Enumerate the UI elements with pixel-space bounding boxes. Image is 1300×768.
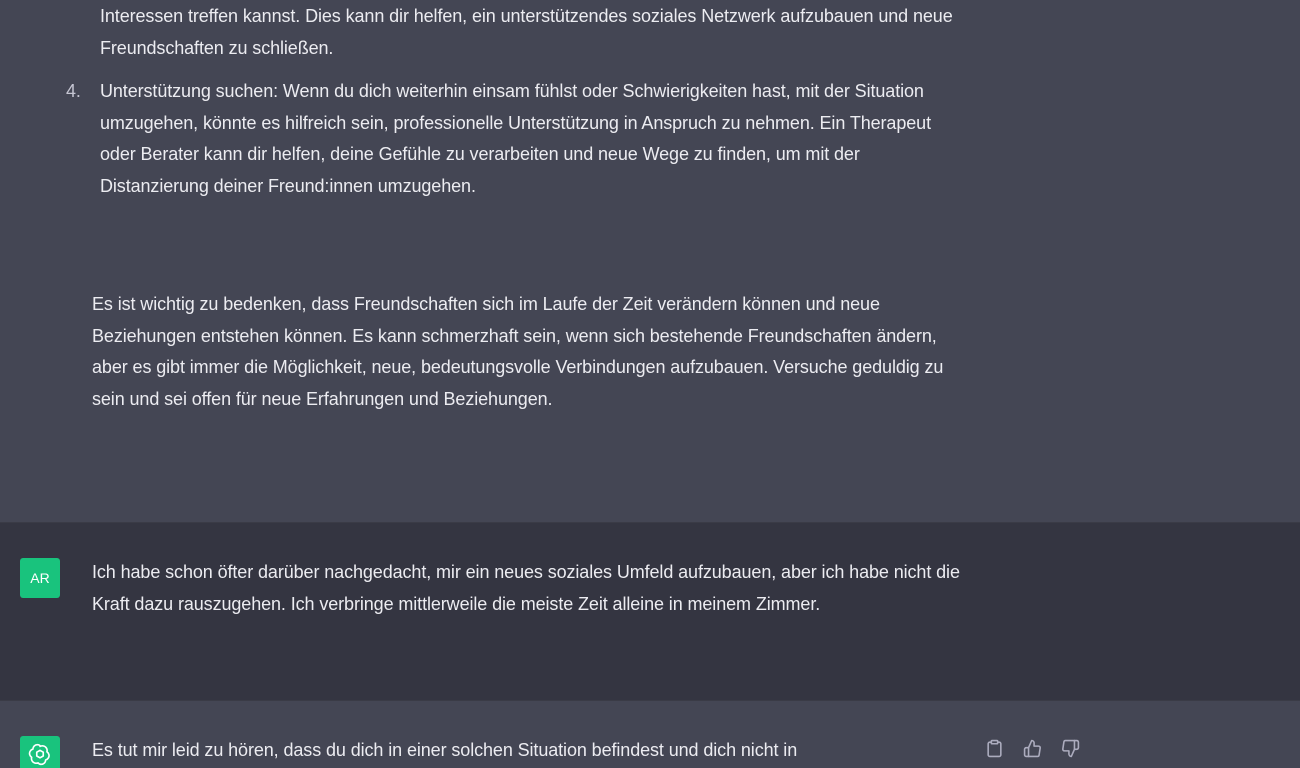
user-avatar: AR	[20, 558, 60, 598]
list-item: 4. Unterstützung suchen: Wenn du dich we…	[66, 76, 966, 202]
user-message-text: Ich habe schon öfter darüber nachgedacht…	[92, 562, 960, 614]
message-actions	[984, 738, 1080, 758]
thumbs-up-button[interactable]	[1022, 738, 1042, 758]
thumbs-down-button[interactable]	[1060, 738, 1080, 758]
clipboard-icon	[986, 739, 1002, 757]
assistant-avatar	[20, 736, 60, 768]
assistant-message-previous: Interessen treffen kannst. Dies kann dir…	[0, 0, 1300, 522]
assistant-message-text: Es tut mir leid zu hören, dass du dich i…	[92, 740, 798, 760]
openai-logo-icon	[28, 743, 50, 766]
list-item-number: 4.	[66, 81, 81, 101]
thumbs-down-icon	[1061, 739, 1079, 757]
message-paragraph: Interessen treffen kannst. Dies kann dir…	[100, 6, 953, 58]
copy-button[interactable]	[984, 738, 1004, 758]
list-item-text: Unterstützung suchen: Wenn du dich weite…	[100, 81, 931, 196]
numbered-list: 4. Unterstützung suchen: Wenn du dich we…	[66, 76, 966, 202]
message-paragraph: Es ist wichtig zu bedenken, dass Freunds…	[92, 294, 944, 409]
thumbs-up-icon	[1023, 739, 1041, 757]
